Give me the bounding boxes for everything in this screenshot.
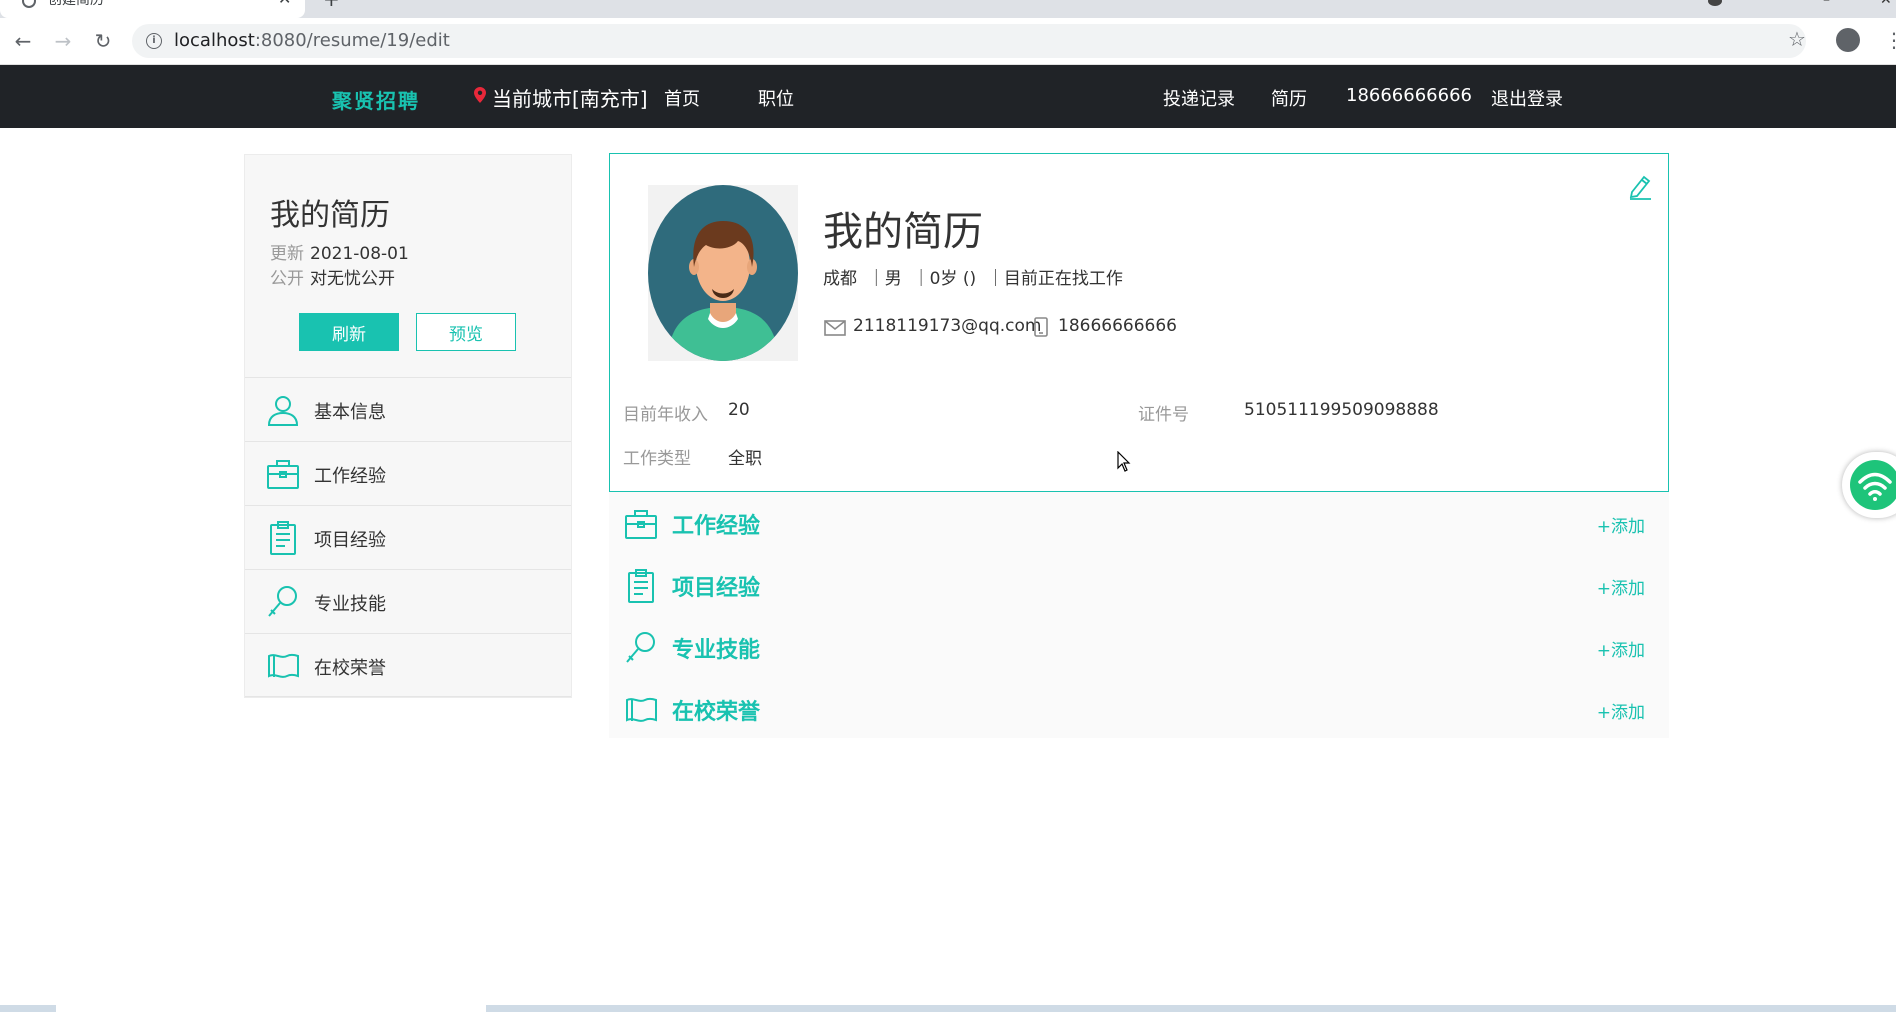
phone-icon xyxy=(1034,317,1048,337)
site-info-icon[interactable]: i xyxy=(146,33,162,49)
user-icon xyxy=(267,396,299,426)
reload-icon[interactable]: ↻ xyxy=(90,28,116,54)
site-header: 聚贤招聘 当前城市[南充市] 首页 职位 投递记录 简历 18666666666… xyxy=(0,65,1896,128)
edit-pencil-icon[interactable] xyxy=(1626,172,1654,200)
basic-summary: 成都 ｜男 ｜0岁 () ｜目前正在找工作 xyxy=(823,269,1123,289)
section-title: 项目经验 xyxy=(672,576,761,601)
profile-avatar-icon[interactable] xyxy=(1836,28,1860,52)
sidebar-item-label: 项目经验 xyxy=(314,530,386,551)
close-tab-icon[interactable]: ✕ xyxy=(278,0,291,7)
add-work-experience-link[interactable]: +添加 xyxy=(1597,512,1645,537)
sidebar-item-label: 基本信息 xyxy=(314,402,386,423)
resume-sidebar: 我的简历 更新 2021-08-01 公开 对无忧公开 刷新 预览 基本信息 工作经… xyxy=(244,154,572,698)
income-value: 20 xyxy=(728,400,750,420)
resume-sections: 工作经验 +添加 项目经验 +添加 专业技能 +添加 在校荣誉 +添加 xyxy=(609,492,1669,738)
sidebar-item-honors[interactable]: 在校荣誉 xyxy=(245,633,571,697)
magnifier-icon xyxy=(626,632,655,663)
nav-resume[interactable]: 简历 xyxy=(1271,85,1307,111)
resume-basic-card: 我的简历 成都 ｜男 ｜0岁 () ｜目前正在找工作 2118119173@qq… xyxy=(609,153,1669,492)
preview-button[interactable]: 预览 xyxy=(416,313,516,351)
minimize-icon[interactable]: – xyxy=(1823,0,1830,8)
sidebar-item-skills[interactable]: 专业技能 xyxy=(245,569,571,633)
nav-user-phone[interactable]: 18666666666 xyxy=(1346,85,1472,106)
update-date: 更新 2021-08-01 xyxy=(270,244,409,264)
id-number-label: 证件号 xyxy=(1138,405,1189,425)
current-city[interactable]: 当前城市[南充市] xyxy=(492,83,648,112)
site-logo[interactable]: 聚贤招聘 xyxy=(332,85,420,114)
visibility-status: 公开 对无忧公开 xyxy=(270,269,395,289)
browser-tab[interactable]: 创建简历 ✕ xyxy=(0,0,305,18)
add-project-experience-link[interactable]: +添加 xyxy=(1597,574,1645,599)
sidebar-item-label: 在校荣誉 xyxy=(314,658,386,679)
section-skills: 专业技能 +添加 xyxy=(609,616,1669,678)
mouse-cursor-icon xyxy=(1117,451,1131,472)
nav-logout[interactable]: 退出登录 xyxy=(1491,85,1563,111)
email-text: 2118119173@qq.com xyxy=(853,316,1042,336)
section-project-experience: 项目经验 +添加 xyxy=(609,554,1669,616)
briefcase-icon xyxy=(625,510,657,539)
magnifier-icon xyxy=(268,586,297,617)
address-bar[interactable]: i localhost:8080/resume/19/edit xyxy=(132,24,1806,58)
window-control-icon[interactable] xyxy=(1708,0,1722,6)
floating-network-widget[interactable] xyxy=(1842,452,1896,518)
work-type-label: 工作类型 xyxy=(623,449,691,469)
avatar[interactable] xyxy=(648,185,798,361)
resume-name: 我的简历 xyxy=(823,209,983,255)
sidebar-item-project-experience[interactable]: 项目经验 xyxy=(245,505,571,569)
income-label: 目前年收入 xyxy=(623,405,708,425)
new-tab-icon[interactable]: + xyxy=(323,0,340,9)
url-text[interactable]: localhost:8080/resume/19/edit xyxy=(174,31,450,51)
close-window-icon[interactable]: ✕ xyxy=(1880,0,1892,8)
location-pin-icon xyxy=(474,87,486,103)
bookmark-star-icon[interactable]: ☆ xyxy=(1788,27,1806,51)
section-work-experience: 工作经验 +添加 xyxy=(609,492,1669,554)
sidebar-item-label: 工作经验 xyxy=(314,466,386,487)
add-skill-link[interactable]: +添加 xyxy=(1597,636,1645,661)
taskbar-strip xyxy=(0,1005,1896,1012)
sidebar-item-label: 专业技能 xyxy=(314,594,386,615)
nav-delivery-records[interactable]: 投递记录 xyxy=(1163,85,1235,111)
browser-tabstrip: 创建简历 ✕ + – ✕ xyxy=(0,0,1896,18)
sidebar-item-work-experience[interactable]: 工作经验 xyxy=(245,441,571,505)
mail-icon xyxy=(824,320,846,336)
browser-toolbar: ← → ↻ i localhost:8080/resume/19/edit xyxy=(0,18,1896,65)
phone-text: 18666666666 xyxy=(1058,316,1177,336)
tab-title: 创建简历 xyxy=(48,0,104,8)
wifi-icon xyxy=(1850,460,1896,510)
forward-icon[interactable]: → xyxy=(50,28,76,54)
browser-menu-icon[interactable]: ⋮ xyxy=(1884,30,1896,50)
briefcase-icon xyxy=(267,460,299,489)
sidebar-item-basic-info[interactable]: 基本信息 xyxy=(245,377,571,441)
back-icon[interactable]: ← xyxy=(10,28,36,54)
section-title: 在校荣誉 xyxy=(672,700,761,725)
refresh-button[interactable]: 刷新 xyxy=(299,313,399,351)
favicon-icon xyxy=(22,0,36,8)
nav-home[interactable]: 首页 xyxy=(664,85,700,111)
clipboard-icon xyxy=(628,569,654,603)
sidebar-title: 我的简历 xyxy=(270,198,390,233)
id-number-value: 510511199509098888 xyxy=(1244,400,1439,420)
scroll-icon xyxy=(626,697,657,722)
work-type-value: 全职 xyxy=(728,449,762,469)
scroll-icon xyxy=(268,653,299,678)
add-honor-link[interactable]: +添加 xyxy=(1597,698,1645,723)
section-title: 专业技能 xyxy=(672,638,761,663)
section-honors: 在校荣誉 +添加 xyxy=(609,678,1669,740)
taskbar-segment xyxy=(56,1005,486,1012)
section-title: 工作经验 xyxy=(672,514,761,539)
nav-jobs[interactable]: 职位 xyxy=(758,85,794,111)
clipboard-icon xyxy=(270,521,296,555)
